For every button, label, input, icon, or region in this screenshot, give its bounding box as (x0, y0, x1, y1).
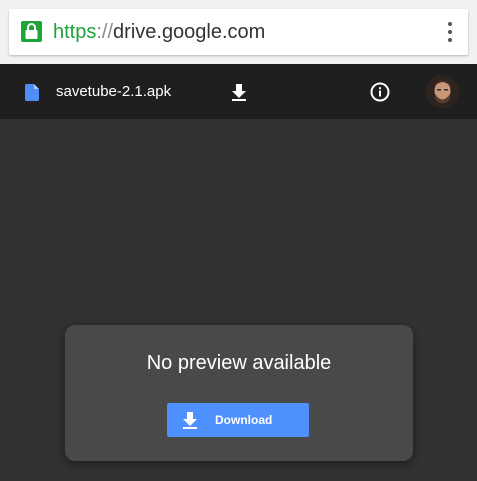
address-bar[interactable]: https://drive.google.com (9, 9, 468, 55)
download-button-label: Download (215, 413, 273, 427)
url-text[interactable]: https://drive.google.com (53, 19, 265, 45)
info-icon[interactable] (370, 82, 390, 102)
file-name: savetube-2.1.apk (56, 83, 172, 100)
drive-toolbar: savetube-2.1.apk (0, 64, 477, 119)
url-host: drive.google.com (113, 21, 266, 43)
more-vert-icon[interactable] (446, 22, 454, 42)
lock-icon[interactable] (21, 21, 42, 42)
browser-chrome: https://drive.google.com (0, 0, 477, 64)
document-icon (25, 84, 39, 101)
no-preview-message: No preview available (146, 352, 332, 374)
download-button[interactable]: Download (167, 403, 309, 437)
user-avatar[interactable] (426, 75, 459, 108)
download-icon (183, 412, 197, 429)
download-icon[interactable] (229, 82, 249, 102)
url-scheme: https (53, 21, 97, 43)
url-separator: :// (96, 21, 114, 43)
no-preview-card: No preview available Download (65, 325, 413, 461)
